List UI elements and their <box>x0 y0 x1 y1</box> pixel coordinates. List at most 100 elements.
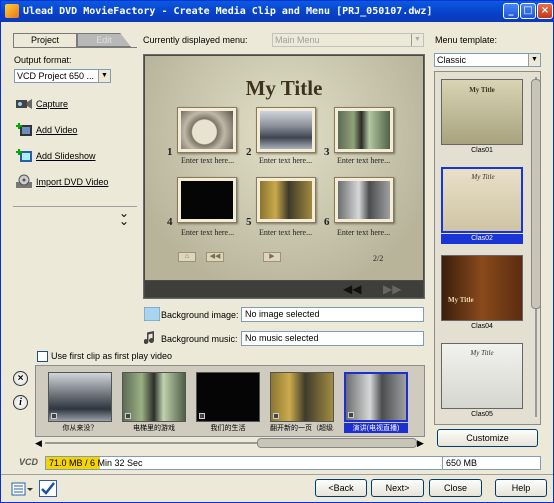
template-name: Clas02 <box>441 234 523 244</box>
preview-navigation-bar: ◀◀ ▶▶ <box>145 281 423 297</box>
clip-thumbnail[interactable] <box>122 372 186 422</box>
menu-page-indicator: 2/2 <box>373 254 384 263</box>
template-list: My Title Clas01 My Title Clas02 My Title… <box>434 71 541 425</box>
camcorder-icon <box>16 99 32 109</box>
menu-item-caption[interactable]: Enter text here... <box>181 228 234 237</box>
template-list-scrollbar[interactable] <box>531 71 541 425</box>
dvd-drive-icon <box>16 174 32 188</box>
remove-clip-button[interactable]: × <box>13 371 28 386</box>
menu-thumbnail-5[interactable] <box>256 177 316 223</box>
clip-type-icon <box>125 413 131 419</box>
back-button[interactable]: <Back <box>315 479 367 497</box>
checkmark-icon <box>41 482 55 495</box>
menu-home-button[interactable]: ⌂ <box>178 252 196 262</box>
template-item[interactable]: My Title Clas01 <box>441 79 523 157</box>
close-button[interactable]: Close <box>429 479 482 497</box>
template-item-selected[interactable]: My Title Clas02 <box>441 167 523 245</box>
clip-info-button[interactable]: i <box>13 395 28 410</box>
capacity-used-text: 71.0 MB / 6 Min 32 Sec <box>49 458 143 468</box>
menu-item-caption[interactable]: Enter text here... <box>259 228 312 237</box>
current-menu-label: Currently displayed menu: <box>143 35 248 45</box>
menu-item-number: 6 <box>324 216 330 228</box>
menu-prev-button[interactable]: ◀◀ <box>206 252 224 262</box>
next-page-button[interactable]: ▶▶ <box>383 282 401 296</box>
capacity-marker <box>442 456 443 470</box>
template-thumbnail: My Title <box>441 167 523 233</box>
menu-thumbnail-1[interactable] <box>177 107 237 153</box>
tab-divider <box>13 47 137 48</box>
template-thumbnail: My Title <box>441 79 523 145</box>
output-format-value: VCD Project 650 ... <box>17 71 95 81</box>
add-video-icon <box>16 123 32 136</box>
first-play-checkbox[interactable] <box>37 351 48 362</box>
add-video-label: Add Video <box>36 125 78 135</box>
clip-type-icon <box>199 413 205 419</box>
clip-type-icon <box>273 413 279 419</box>
help-button[interactable]: Help <box>495 479 547 497</box>
menu-item-caption[interactable]: Enter text here... <box>259 156 312 165</box>
menu-item-caption[interactable]: Enter text here... <box>181 156 234 165</box>
next-button[interactable]: Next> <box>371 479 424 497</box>
scroll-left-icon[interactable]: ◀ <box>35 437 42 449</box>
background-image-label: Background image: <box>161 310 239 320</box>
customize-button[interactable]: Customize <box>437 429 538 447</box>
clip-thumbnail-selected[interactable] <box>344 372 408 422</box>
clip-caption: 电梯里的游戏 <box>133 425 175 432</box>
clip-type-icon <box>348 412 354 418</box>
menu-preview: My Title 1 2 3 4 5 6 Enter text here... … <box>143 54 425 299</box>
tab-edit[interactable]: Edit <box>77 33 131 47</box>
tab-project[interactable]: Project <box>13 33 77 47</box>
clip-thumbnail[interactable] <box>196 372 260 422</box>
disc-capacity-bar: VCD 71.0 MB / 6 Min 32 Sec 650 MB <box>13 456 541 470</box>
previous-page-button[interactable]: ◀◀ <box>343 282 361 296</box>
template-name: Clas01 <box>471 147 493 154</box>
template-item[interactable]: My Title Clas05 <box>441 343 523 421</box>
background-music-field[interactable]: No music selected <box>241 331 424 346</box>
scroll-thumb[interactable] <box>531 79 541 309</box>
expand-panel-icon[interactable]: ⌄ ⌄ <box>115 207 133 227</box>
chevron-down-icon: ▼ <box>528 54 540 66</box>
menu-thumbnail-3[interactable] <box>334 107 394 153</box>
current-menu-select[interactable]: Main Menu ▼ <box>272 33 424 47</box>
menu-thumbnail-2[interactable] <box>256 107 316 153</box>
menu-thumbnail-6[interactable] <box>334 177 394 223</box>
menu-item-caption[interactable]: Enter text here... <box>337 156 390 165</box>
current-menu-value: Main Menu <box>275 35 320 45</box>
capacity-total-text: 650 MB <box>446 458 478 468</box>
settings-menu-button[interactable] <box>11 481 35 497</box>
clip-thumbnail[interactable] <box>48 372 112 422</box>
add-slideshow-icon <box>16 149 32 162</box>
background-image-icon <box>144 307 160 321</box>
clip-caption: 翻开新的一页（超级... <box>270 425 334 432</box>
template-item[interactable]: My Title Clas04 <box>441 255 523 333</box>
template-name: Clas05 <box>471 411 493 418</box>
menu-next-button[interactable]: ▶ <box>263 252 281 262</box>
scroll-right-icon[interactable]: ▶ <box>417 437 424 449</box>
template-thumbnail: My Title <box>441 255 523 321</box>
maximize-button[interactable]: □ <box>520 3 536 19</box>
menu-background: My Title 1 2 3 4 5 6 Enter text here... … <box>145 56 423 280</box>
import-dvd-video-label: Import DVD Video <box>36 177 109 187</box>
add-slideshow-label: Add Slideshow <box>36 151 96 161</box>
title-bar[interactable]: Ulead DVD MovieFactory - Create Media Cl… <box>1 1 553 22</box>
scroll-thumb[interactable] <box>257 438 417 448</box>
settings-list-icon <box>11 482 33 496</box>
output-format-label: Output format: <box>14 55 72 65</box>
menu-item-number: 4 <box>167 216 173 228</box>
menu-item-number: 2 <box>246 146 252 158</box>
clip-strip-scrollbar[interactable]: ◀ ▶ <box>35 437 425 449</box>
checkmark-button[interactable] <box>39 480 57 497</box>
minimize-button[interactable]: _ <box>503 3 519 19</box>
menu-thumbnail-4[interactable] <box>177 177 237 223</box>
window-title: Ulead DVD MovieFactory - Create Media Cl… <box>23 6 433 17</box>
close-window-button[interactable]: × <box>537 3 553 19</box>
template-name: Clas04 <box>471 323 493 330</box>
panel-tabs: Project Edit <box>13 33 131 47</box>
background-image-field[interactable]: No image selected <box>241 307 424 322</box>
footer-divider <box>1 474 553 475</box>
output-format-select[interactable]: VCD Project 650 ... ▼ <box>14 69 111 83</box>
menu-item-caption[interactable]: Enter text here... <box>337 228 390 237</box>
clip-thumbnail[interactable] <box>270 372 334 422</box>
menu-title[interactable]: My Title <box>145 76 423 101</box>
menu-template-select[interactable]: Classic ▼ <box>434 53 541 67</box>
